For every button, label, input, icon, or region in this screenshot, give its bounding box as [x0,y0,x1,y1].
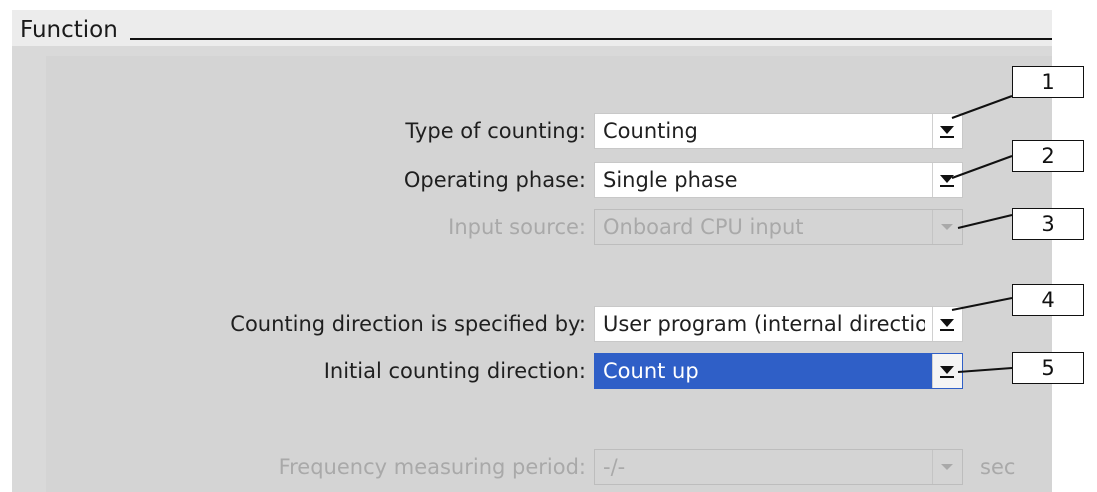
initial-counting-direction-label: Initial counting direction: [323,359,586,383]
dropdown-arrow-button[interactable] [932,114,962,148]
initial-counting-direction-dropdown[interactable]: Count up [594,353,963,389]
input-source-dropdown: Onboard CPU input [594,209,963,245]
operating-phase-value: Single phase [603,168,738,192]
screenshot-root: Function Type of counting: Counting Oper… [0,0,1097,492]
callout-5: 5 [1012,352,1084,384]
dropdown-arrow-button[interactable] [932,307,962,341]
counting-direction-source-label: Counting direction is specified by: [230,312,586,336]
section-header[interactable]: Function [12,10,1052,46]
frequency-measuring-period-value: -/- [603,455,626,479]
callout-2: 2 [1012,140,1084,172]
frequency-unit-label: sec [980,455,1016,479]
triangle-down-icon [941,464,953,470]
initial-counting-direction-value: Count up [603,359,699,383]
input-source-label: Input source: [448,215,586,239]
counting-direction-source-dropdown[interactable]: User program (internal direction control… [594,306,963,342]
dropdown-arrow-button [932,210,962,244]
triangle-down-icon [941,224,953,230]
callout-1: 1 [1012,66,1084,98]
type-of-counting-value: Counting [603,119,698,143]
type-of-counting-label: Type of counting: [405,119,586,143]
dropdown-arrow-button [932,450,962,484]
type-of-counting-dropdown[interactable]: Counting [594,113,963,149]
operating-phase-label: Operating phase: [403,168,586,192]
triangle-down-icon [940,319,954,331]
operating-phase-dropdown[interactable]: Single phase [594,162,963,198]
dropdown-arrow-button[interactable] [932,163,962,197]
section-divider [130,38,1052,40]
frequency-measuring-period-label: Frequency measuring period: [278,455,586,479]
counting-direction-source-value: User program (internal direction control… [603,312,925,336]
callout-4: 4 [1012,284,1084,316]
triangle-down-icon [940,126,954,138]
dropdown-arrow-button[interactable] [932,354,962,388]
section-title: Function [20,17,118,43]
triangle-down-icon [940,366,954,378]
triangle-down-icon [940,175,954,187]
input-source-value: Onboard CPU input [603,215,804,239]
frequency-measuring-period-dropdown: -/- [594,449,963,485]
callout-3: 3 [1012,208,1084,240]
